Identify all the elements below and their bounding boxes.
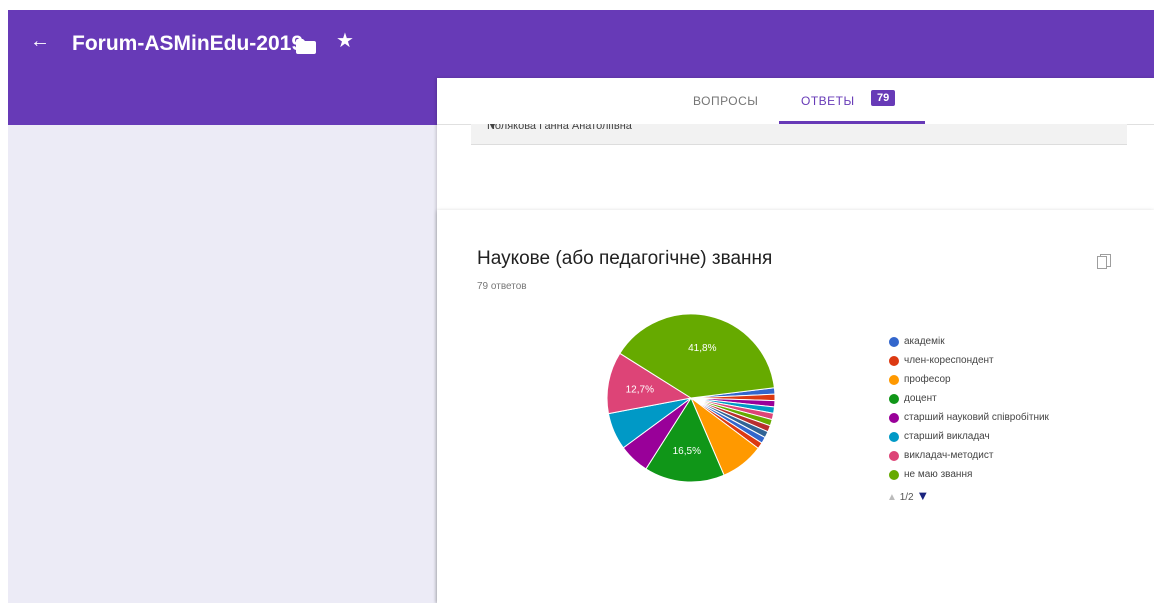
form-title: Forum-ASMinEdu-2019 [72,32,304,55]
legend-swatch [889,431,899,442]
form-sheet: ВОПРОСЫ ОТВЕТЫ 79 Полякова Ганна Анатолі… [437,78,1154,603]
legend-swatch [889,450,899,461]
legend-swatch [889,469,899,480]
legend-swatch [889,374,899,385]
question-title: Наукове (або педагогічне) звання [477,248,773,269]
star-icon[interactable]: ★ [336,28,354,53]
chart-legend: академік член-кореспондент професор доцент с… [889,332,1049,484]
legend-item: викладач-методист [889,446,1049,465]
legend-swatch [889,336,899,347]
legend-label: старший науковий співробітник [904,412,1049,423]
legend-item: старший викладач [889,427,1049,446]
folder-icon[interactable] [296,39,316,59]
dropdown-caret-icon[interactable]: ▼ [487,124,1123,132]
arrow-left-icon[interactable]: ← [30,30,50,53]
tab-responses[interactable]: ОТВЕТЫ [801,94,855,108]
left-background-panel [8,125,437,603]
legend-label: викладач-методист [904,450,994,461]
tab-bar: ВОПРОСЫ ОТВЕТЫ 79 [437,78,1154,125]
legend-item: старший науковий співробітник [889,408,1049,427]
legend-item: академік [889,332,1049,351]
legend-label: доцент [904,393,937,404]
pager-prev-icon[interactable]: ▲ [887,492,897,503]
legend-item: член-кореспондент [889,351,1049,370]
pie-slice-label: 41,8% [688,343,716,354]
tab-questions[interactable]: ВОПРОСЫ [693,94,758,108]
respondent-select[interactable]: Полякова Ганна Анатоліївна ▼ [471,124,1127,145]
legend-item: не маю звання [889,465,1049,484]
copy-icon[interactable] [1097,254,1111,275]
pager-next-icon[interactable]: ▼ [916,488,929,503]
question-summary-card: Наукове (або педагогічне) звання 79 отве… [437,210,1154,603]
pie-slice-label: 12,7% [626,384,654,395]
responses-count-badge: 79 [871,90,896,106]
legend-item: доцент [889,389,1049,408]
legend-label: професор [904,374,951,385]
legend-swatch [889,393,899,404]
response-count: 79 ответов [477,281,527,292]
legend-label: не маю звання [904,469,973,480]
legend-label: старший викладач [904,431,990,442]
pie-slice-label: 16,5% [673,446,701,457]
legend-swatch [889,412,899,423]
legend-label: академік [904,336,945,347]
pager-text: 1/2 [899,492,914,503]
legend-pager: ▲ 1/2 ▼ [887,488,929,503]
legend-swatch [889,355,899,366]
legend-label: член-кореспондент [904,355,994,366]
pie-chart: 16,5% 12,7% 41,8% [606,313,776,483]
legend-item: професор [889,370,1049,389]
